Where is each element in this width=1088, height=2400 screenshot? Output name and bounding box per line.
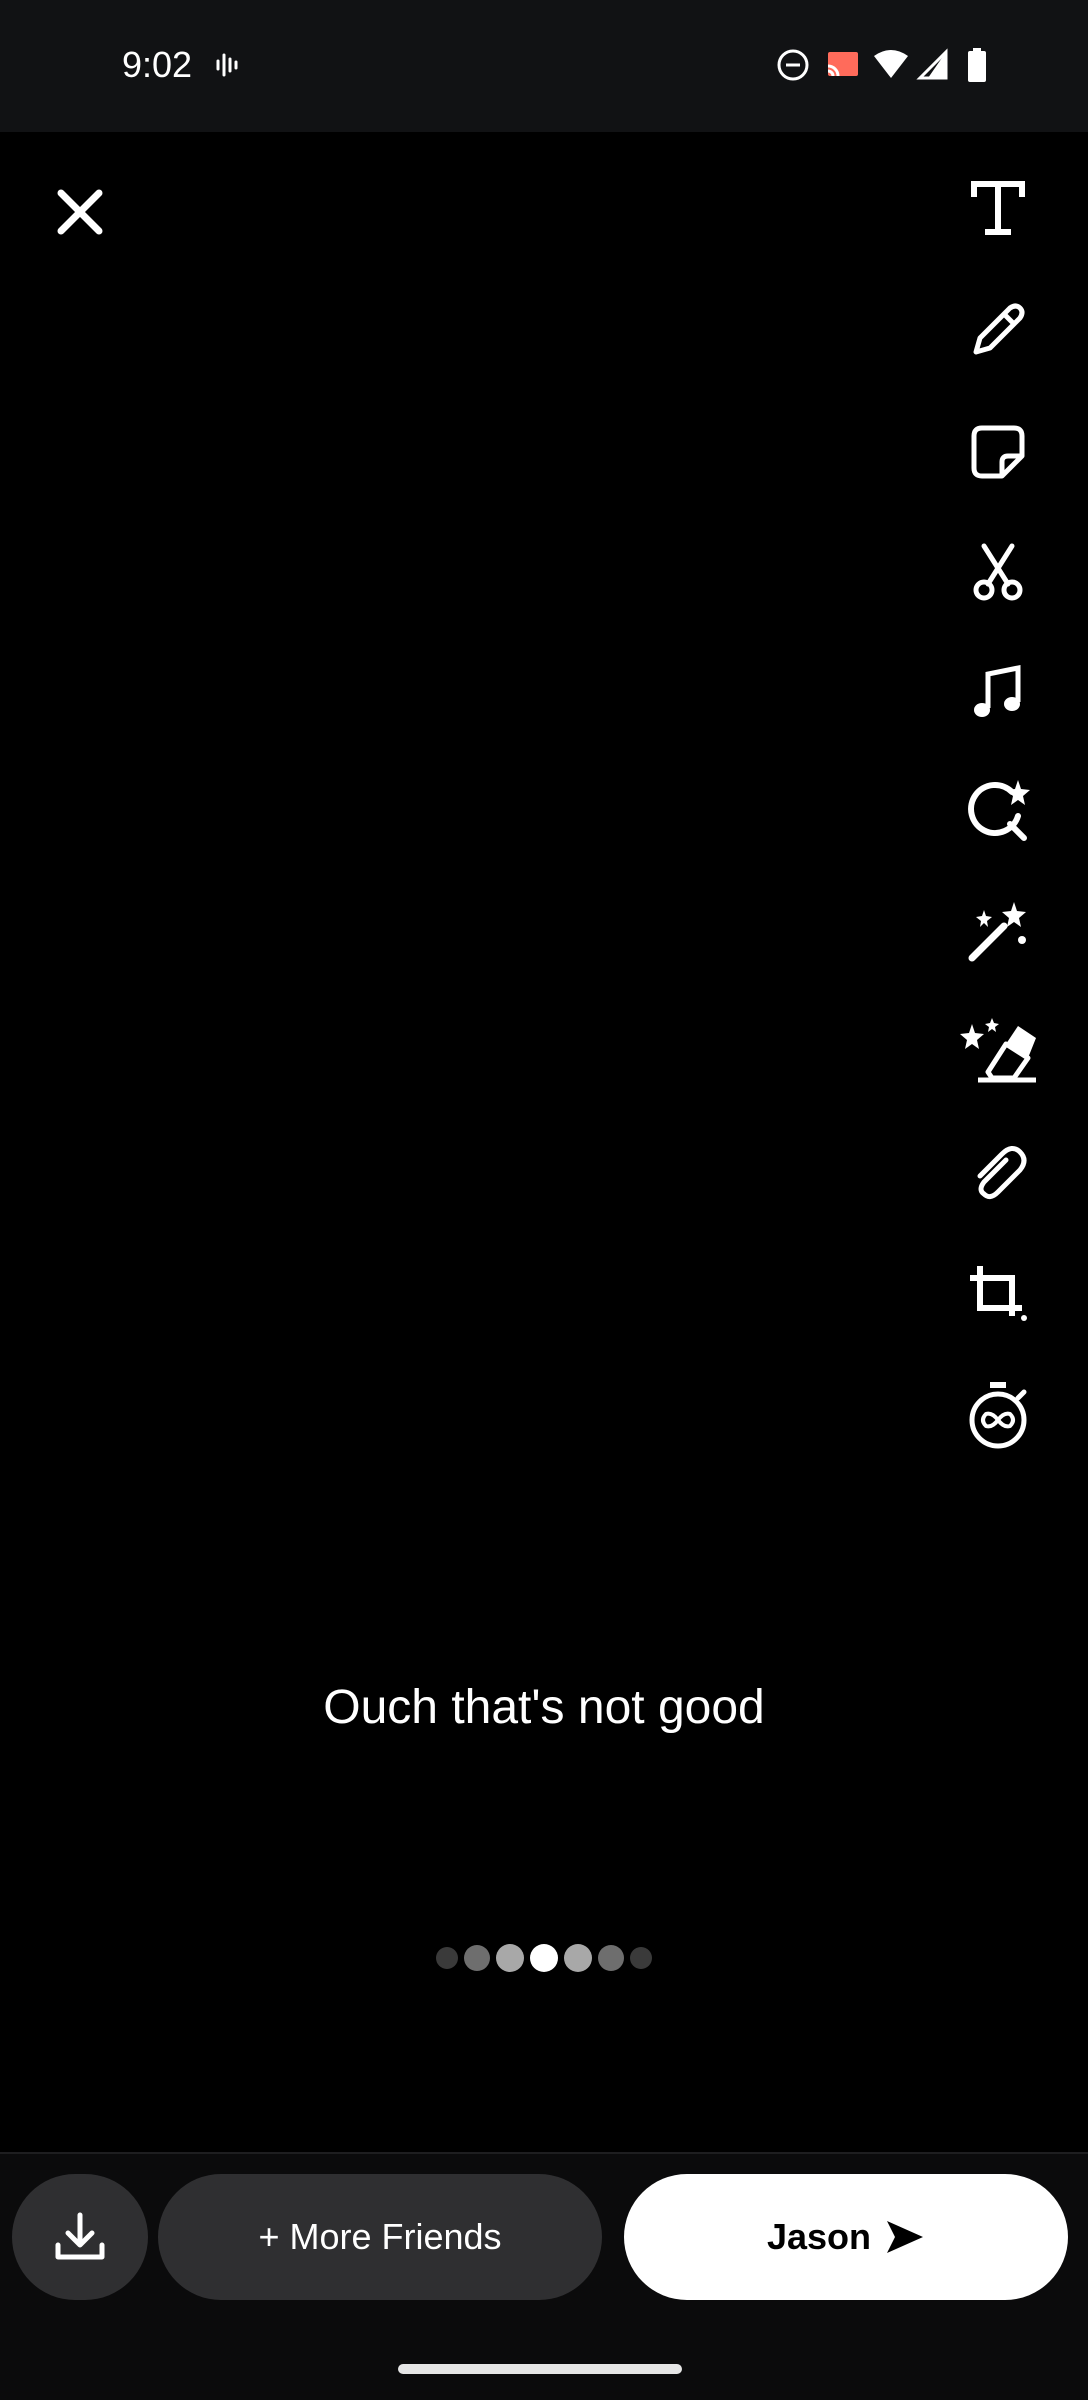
page-indicator bbox=[0, 1944, 1088, 1972]
page-dot bbox=[436, 1947, 458, 1969]
eraser-tool[interactable] bbox=[958, 1012, 1038, 1092]
music-tool[interactable] bbox=[958, 652, 1038, 732]
lens-search-icon bbox=[968, 780, 1030, 841]
close-icon bbox=[57, 189, 103, 235]
snap-caption[interactable]: Ouch that's not good bbox=[0, 1680, 1088, 1735]
home-gesture-handle[interactable] bbox=[398, 2364, 682, 2374]
pencil-icon bbox=[973, 303, 1025, 355]
crop-icon bbox=[970, 1266, 1027, 1321]
send-arrow-icon bbox=[887, 2221, 924, 2253]
magic-wand-icon bbox=[968, 902, 1026, 962]
page-dot-active bbox=[530, 1944, 558, 1972]
battery-icon bbox=[968, 48, 986, 82]
send-to-jason-button[interactable]: Jason bbox=[624, 2174, 1068, 2300]
more-friends-label: + More Friends bbox=[258, 2216, 502, 2257]
signal-icon bbox=[916, 48, 948, 80]
close-button[interactable] bbox=[40, 172, 120, 252]
send-recipient-label: Jason bbox=[766, 2216, 872, 2257]
crop-tool[interactable] bbox=[958, 1254, 1038, 1334]
snap-canvas[interactable] bbox=[0, 132, 1088, 2152]
page-dot bbox=[598, 1945, 624, 1971]
music-icon bbox=[974, 664, 1021, 717]
download-button[interactable] bbox=[12, 2174, 148, 2300]
sticker-tool[interactable] bbox=[958, 412, 1038, 492]
page-dot bbox=[564, 1944, 592, 1972]
lens-search-tool[interactable] bbox=[958, 772, 1038, 852]
voicemail-icon bbox=[216, 53, 238, 77]
text-icon bbox=[971, 181, 1025, 235]
timer-tool[interactable] bbox=[958, 1376, 1038, 1456]
page-dot bbox=[464, 1945, 490, 1971]
sticker-icon bbox=[971, 425, 1025, 479]
dnd-icon bbox=[777, 49, 809, 81]
scissors-icon bbox=[973, 543, 1023, 601]
scissors-tool[interactable] bbox=[958, 532, 1038, 612]
page-dot bbox=[496, 1944, 524, 1972]
download-icon bbox=[55, 2212, 105, 2260]
infinity-timer-icon bbox=[969, 1382, 1027, 1449]
cast-icon bbox=[827, 52, 858, 77]
wifi-icon bbox=[874, 50, 908, 78]
status-bar: 9:02 bbox=[0, 0, 1088, 132]
paperclip-icon bbox=[977, 1146, 1027, 1200]
attachment-tool[interactable] bbox=[958, 1134, 1038, 1214]
text-tool[interactable] bbox=[958, 168, 1038, 248]
draw-tool[interactable] bbox=[958, 290, 1038, 370]
more-friends-button[interactable]: + More Friends bbox=[158, 2174, 602, 2300]
status-time: 9:02 bbox=[122, 44, 193, 85]
page-dot bbox=[630, 1947, 652, 1969]
magic-eraser-icon bbox=[960, 1018, 1036, 1083]
magic-tool[interactable] bbox=[958, 892, 1038, 972]
